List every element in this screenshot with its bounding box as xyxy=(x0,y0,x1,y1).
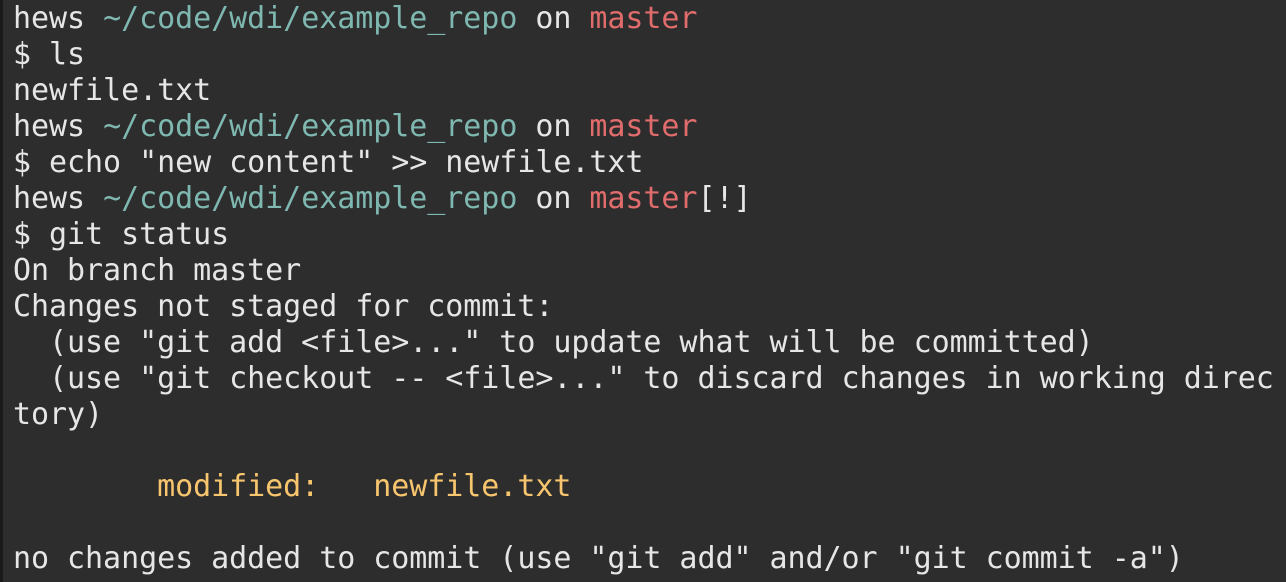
prompt-branch: master xyxy=(589,1,698,36)
terminal-line: On branch master xyxy=(13,253,1286,289)
terminal-line: hews ~/code/wdi/example_repo on master[!… xyxy=(13,181,1286,217)
output-text: on xyxy=(517,109,590,144)
terminal-line: no changes added to commit (use "git add… xyxy=(13,541,1286,577)
prompt-branch: master xyxy=(589,181,698,216)
terminal-line: $ git status xyxy=(13,217,1286,253)
modified-file: modified: newfile.txt xyxy=(13,469,572,504)
output-text: on xyxy=(517,181,590,216)
terminal-line: hews ~/code/wdi/example_repo on master xyxy=(13,109,1286,145)
output-text: tory) xyxy=(13,397,104,432)
output-text: (use "git add <file>..." to update what … xyxy=(13,325,1094,360)
output-text: hews xyxy=(13,109,104,144)
output-text: (use "git checkout -- <file>..." to disc… xyxy=(13,361,1274,396)
terminal-line: (use "git checkout -- <file>..." to disc… xyxy=(13,361,1286,397)
terminal-window[interactable]: hews ~/code/wdi/example_repo on master $ … xyxy=(0,0,1286,582)
prompt-branch: master xyxy=(589,109,698,144)
output-text: hews xyxy=(13,1,104,36)
output-text: $ ls xyxy=(13,37,86,72)
output-text: on xyxy=(517,1,590,36)
terminal-line: newfile.txt xyxy=(13,73,1286,109)
prompt-path: ~/code/wdi/example_repo xyxy=(103,1,518,36)
output-text: $ git status xyxy=(13,217,230,252)
terminal-line: hews ~/code/wdi/example_repo on master xyxy=(13,1,1286,37)
prompt-path: ~/code/wdi/example_repo xyxy=(103,109,518,144)
terminal-line: (use "git add <file>..." to update what … xyxy=(13,325,1286,361)
terminal-line: Changes not staged for commit: xyxy=(13,289,1286,325)
output-text: newfile.txt xyxy=(13,73,212,108)
terminal-line: $ ls xyxy=(13,37,1286,73)
output-text: no changes added to commit (use "git add… xyxy=(13,541,1184,576)
terminal-line: tory) xyxy=(13,397,1286,433)
output-text: On branch master xyxy=(13,253,302,288)
output-text: hews xyxy=(13,181,104,216)
output-text: $ echo "new content" >> newfile.txt xyxy=(13,145,644,180)
prompt-path: ~/code/wdi/example_repo xyxy=(103,181,518,216)
terminal-line: modified: newfile.txt xyxy=(13,469,1286,505)
terminal-line: $ echo "new content" >> newfile.txt xyxy=(13,145,1286,181)
output-text: Changes not staged for commit: xyxy=(13,289,554,324)
output-text: [!] xyxy=(697,181,752,216)
